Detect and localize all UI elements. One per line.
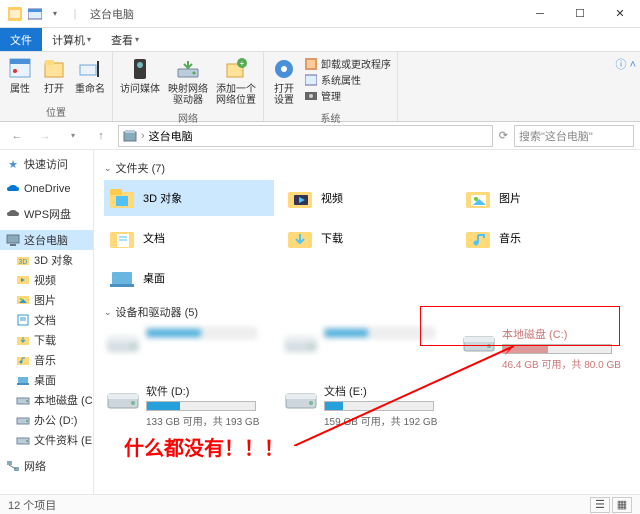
up-button[interactable]: ↑	[90, 125, 112, 147]
folder-item[interactable]: 3D 对象	[104, 180, 274, 216]
folder-icon	[107, 223, 137, 253]
folder-item[interactable]: 桌面	[104, 260, 274, 296]
folder-item[interactable]: 图片	[460, 180, 630, 216]
close-button[interactable]: ✕	[600, 0, 640, 28]
drive-item[interactable]: 软件 (D:)133 GB 可用，共 193 GB	[104, 381, 274, 430]
drive-item[interactable]	[104, 324, 274, 373]
icons-view-button[interactable]: ▦	[612, 497, 632, 513]
sidebar-item[interactable]: 桌面	[0, 370, 93, 390]
item-count: 12 个项目	[8, 497, 56, 513]
sidebar-quick-access[interactable]: ★快速访问	[0, 154, 93, 174]
search-input[interactable]: 搜索"这台电脑"	[514, 125, 634, 147]
window-title: 这台电脑	[90, 6, 134, 22]
annotation-text: 什么都没有！！！	[124, 432, 284, 461]
rename-button[interactable]: 重命名	[72, 54, 108, 102]
folders-header[interactable]: ⌄文件夹 (7)	[104, 160, 630, 176]
address-bar: ← → ▾ ↑ › 这台电脑 ⟳ 搜索"这台电脑"	[0, 122, 640, 150]
qat-properties-icon[interactable]	[26, 5, 44, 23]
drive-icon	[284, 326, 318, 354]
app-icon	[6, 5, 24, 23]
folder-item[interactable]: 下载	[282, 220, 452, 256]
ribbon-tabs: 文件 计算机▾ 查看▾	[0, 28, 640, 52]
open-settings-button[interactable]: 打开 设置	[268, 54, 300, 108]
folder-icon	[463, 223, 493, 253]
system-properties-button[interactable]: 系统属性	[304, 72, 391, 87]
drive-icon	[106, 383, 140, 411]
content-pane: ⌄文件夹 (7) 3D 对象视频图片文档下载音乐桌面 ⌄设备和驱动器 (5) 本…	[94, 150, 640, 494]
manage-button[interactable]: 管理	[304, 88, 391, 103]
drive-item[interactable]: 文档 (E:)159 GB 可用，共 192 GB	[282, 381, 452, 430]
qat-dropdown-icon[interactable]: ▾	[46, 5, 64, 23]
folder-item[interactable]: 音乐	[460, 220, 630, 256]
access-media-button[interactable]: 访问媒体	[117, 54, 163, 108]
drive-icon	[462, 326, 496, 354]
uninstall-button[interactable]: 卸载或更改程序	[304, 56, 391, 71]
properties-button[interactable]: 属性	[4, 54, 36, 102]
minimize-button[interactable]: ─	[520, 0, 560, 28]
sidebar-item[interactable]: 办公 (D:)	[0, 410, 93, 430]
drive-icon	[284, 383, 318, 411]
drive-icon	[106, 326, 140, 354]
map-drive-button[interactable]: 映射网络 驱动器	[165, 54, 211, 108]
add-network-location-button[interactable]: +添加一个 网络位置	[213, 54, 259, 108]
tab-file[interactable]: 文件	[0, 28, 42, 51]
titlebar: ▾ | 这台电脑 ─ ☐ ✕	[0, 0, 640, 28]
drive-item[interactable]: 本地磁盘 (C:)46.4 GB 可用，共 80.0 GB	[460, 324, 630, 373]
refresh-button[interactable]: ⟳	[499, 129, 508, 142]
sidebar-this-pc[interactable]: 这台电脑	[0, 230, 93, 250]
sidebar-item[interactable]: 下载	[0, 330, 93, 350]
sidebar-item[interactable]: 图片	[0, 290, 93, 310]
maximize-button[interactable]: ☐	[560, 0, 600, 28]
qat-sep: |	[66, 5, 84, 23]
sidebar-item[interactable]: 3D3D 对象	[0, 250, 93, 270]
navigation-pane: ★快速访问 OneDrive WPS网盘 这台电脑 3D3D 对象视频图片文档下…	[0, 150, 94, 494]
sidebar-item[interactable]: 音乐	[0, 350, 93, 370]
folder-icon	[285, 183, 315, 213]
ribbon-collapse-icon[interactable]: ⓘ ˄	[612, 52, 640, 121]
status-bar: 12 个项目 ☰ ▦	[0, 494, 640, 514]
address-path[interactable]: › 这台电脑	[118, 125, 493, 147]
sidebar-network[interactable]: 网络	[0, 456, 93, 476]
folder-item[interactable]: 视频	[282, 180, 452, 216]
ribbon: 属性 打开 重命名 位置 访问媒体 映射网络 驱动器 +添加一个 网络位置 网络…	[0, 52, 640, 122]
folder-icon	[463, 183, 493, 213]
sidebar-item[interactable]: 文档	[0, 310, 93, 330]
sidebar-item[interactable]: 视频	[0, 270, 93, 290]
recent-locations-button[interactable]: ▾	[62, 125, 84, 147]
drives-header[interactable]: ⌄设备和驱动器 (5)	[104, 304, 630, 320]
back-button[interactable]: ←	[6, 125, 28, 147]
sidebar-wps[interactable]: WPS网盘	[0, 204, 93, 224]
folder-item[interactable]: 文档	[104, 220, 274, 256]
folder-icon	[107, 183, 137, 213]
sidebar-item[interactable]: 本地磁盘 (C:)	[0, 390, 93, 410]
folder-icon	[107, 263, 137, 293]
forward-button[interactable]: →	[34, 125, 56, 147]
sidebar-onedrive[interactable]: OneDrive	[0, 180, 93, 198]
svg-text:3D: 3D	[19, 259, 28, 266]
details-view-button[interactable]: ☰	[590, 497, 610, 513]
drive-item[interactable]	[282, 324, 452, 373]
svg-text:+: +	[240, 59, 245, 68]
open-button[interactable]: 打开	[38, 54, 70, 102]
sidebar-item[interactable]: 文件资料 (E:)	[0, 430, 93, 450]
group-location-label: 位置	[4, 102, 108, 121]
folder-icon	[285, 223, 315, 253]
tab-computer[interactable]: 计算机▾	[42, 28, 101, 51]
tab-view[interactable]: 查看▾	[101, 28, 149, 51]
